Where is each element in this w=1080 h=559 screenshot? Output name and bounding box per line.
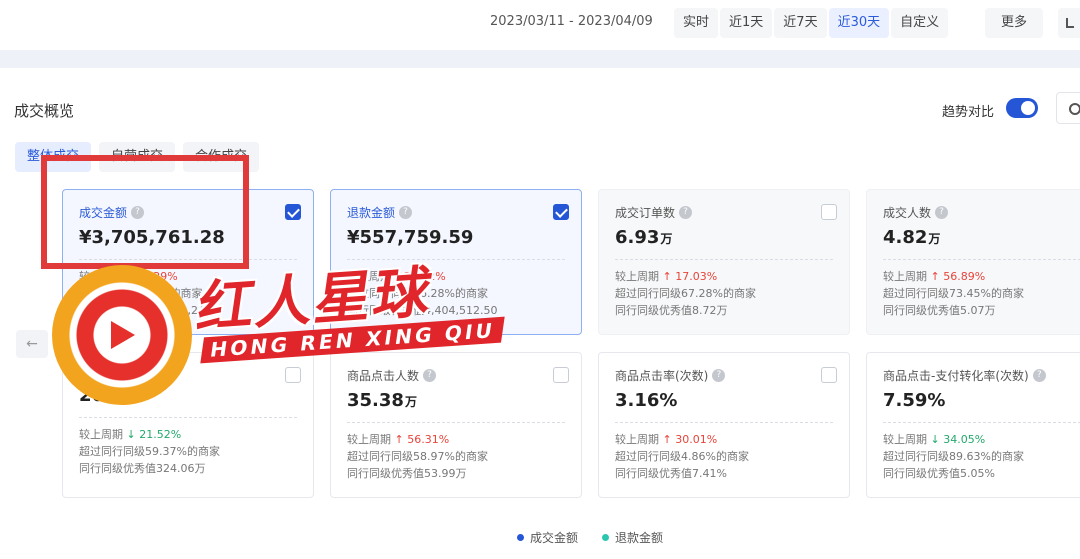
chart-legend: 成交金额 退款金额	[517, 529, 663, 546]
card-value: 7.59%	[883, 390, 946, 411]
card-title: 成交人数	[883, 206, 932, 220]
change-value: 17.03%	[675, 270, 718, 283]
section-title: 成交概览	[14, 102, 75, 120]
arrow-up-icon: ↑	[930, 270, 940, 283]
peer-rank-text: 超过同行同级73.45%的商家	[883, 287, 1024, 300]
peer-rank-text: 超过同行同级58.97%的商家	[347, 450, 488, 463]
date-range-text: 2023/03/11 - 2023/04/09	[490, 14, 653, 29]
divider	[615, 259, 833, 260]
change-label: 较上周期	[79, 428, 123, 441]
card-value: 6.93	[615, 227, 660, 248]
date-filter-bar: 2023/03/11 - 2023/04/09 实时 近1天 近7天 近30天 …	[0, 0, 1080, 50]
change-value: 21.52%	[139, 428, 182, 441]
metric-card-click-pay-conversion[interactable]: 商品点击-支付转化率(次数)? 7.59% 较上周期 ↓ 34.05% 超过同行…	[866, 352, 1080, 498]
settings-icon[interactable]	[1056, 92, 1080, 124]
peer-rank-text: 超过同行同级4.86%的商家	[615, 450, 749, 463]
card-checkbox[interactable]	[553, 367, 569, 383]
card-title: 商品点击率(次数)	[615, 369, 709, 383]
download-icon[interactable]	[1058, 8, 1080, 38]
card-checkbox[interactable]	[821, 367, 837, 383]
legend-label: 成交金额	[530, 531, 579, 545]
tab-30-days[interactable]: 近30天	[828, 8, 890, 38]
change-label: 较上周期	[615, 270, 659, 283]
arrow-up-icon: ↑	[394, 433, 404, 446]
divider	[883, 259, 1080, 260]
arrow-up-icon: ↑	[662, 270, 672, 283]
card-checkbox[interactable]	[285, 204, 301, 220]
change-value: 56.31%	[407, 433, 450, 446]
peer-excellent-text: 同行同级优秀值7.41%	[615, 467, 727, 480]
legend-item-deal-amount[interactable]: 成交金额	[517, 529, 578, 546]
peer-excellent-text: 同行同级优秀值324.06万	[79, 462, 206, 475]
change-value: 34.05%	[943, 433, 986, 446]
peer-rank-text: 超过同行同级59.37%的商家	[79, 445, 220, 458]
metric-card-buyer-count[interactable]: 成交人数? 4.82万 较上周期 ↑ 56.89% 超过同行同级73.45%的商…	[866, 189, 1080, 335]
card-title: 退款金额	[347, 206, 396, 220]
arrow-down-icon: ↓	[930, 433, 940, 446]
tab-realtime[interactable]: 实时	[674, 8, 719, 38]
card-title: 商品点击-支付转化率(次数)	[883, 369, 1029, 383]
legend-label: 退款金额	[615, 531, 664, 545]
legend-item-refund-amount[interactable]: 退款金额	[602, 529, 663, 546]
card-value: 3.16%	[615, 390, 678, 411]
change-value: 30.01%	[675, 433, 718, 446]
peer-excellent-text: 同行同级优秀值5.07万	[883, 304, 996, 317]
tab-1-day[interactable]: 近1天	[720, 8, 773, 38]
metric-card-click-rate[interactable]: 商品点击率(次数)? 3.16% 较上周期 ↑ 30.01% 超过同行同级4.8…	[598, 352, 850, 498]
change-label: 较上周期	[347, 433, 391, 446]
divider	[615, 422, 833, 423]
watermark: 红人星球 HONG REN XING QIU	[52, 235, 505, 410]
peer-excellent-text: 同行同级优秀值5.05%	[883, 467, 995, 480]
change-value: 56.89%	[943, 270, 986, 283]
section-separator	[0, 50, 1080, 68]
legend-dot-icon	[602, 534, 610, 541]
more-button[interactable]: 更多	[985, 8, 1043, 38]
peer-excellent-text: 同行同级优秀值53.99万	[347, 467, 467, 480]
card-checkbox[interactable]	[821, 204, 837, 220]
card-value: 4.82	[883, 227, 928, 248]
date-tabs: 实时 近1天 近7天 近30天 自定义	[674, 8, 949, 38]
tab-7-days[interactable]: 近7天	[774, 8, 827, 38]
card-unit: 万	[928, 232, 941, 246]
arrow-down-icon: ↓	[126, 428, 136, 441]
change-label: 较上周期	[883, 270, 927, 283]
divider	[347, 422, 565, 423]
previous-arrow-icon[interactable]: ←	[16, 330, 48, 358]
peer-rank-text: 超过同行同级89.63%的商家	[883, 450, 1024, 463]
help-icon[interactable]: ?	[712, 369, 726, 382]
card-checkbox[interactable]	[553, 204, 569, 220]
help-icon[interactable]: ?	[1032, 369, 1046, 382]
help-icon[interactable]: ?	[935, 206, 949, 219]
card-title: 成交订单数	[615, 206, 676, 220]
change-label: 较上周期	[883, 433, 927, 446]
arrow-up-icon: ↑	[662, 433, 672, 446]
change-label: 较上周期	[615, 433, 659, 446]
metric-card-order-count[interactable]: 成交订单数? 6.93万 较上周期 ↑ 17.03% 超过同行同级67.28%的…	[598, 189, 850, 335]
divider	[883, 422, 1080, 423]
legend-dot-icon	[517, 534, 524, 541]
trend-compare-label: 趋势对比	[942, 105, 995, 120]
trend-compare-toggle[interactable]	[1006, 98, 1038, 118]
peer-excellent-text: 同行同级优秀值8.72万	[615, 304, 728, 317]
play-icon	[111, 321, 135, 349]
divider	[79, 417, 297, 418]
card-unit: 万	[660, 232, 673, 246]
peer-rank-text: 超过同行同级67.28%的商家	[615, 287, 756, 300]
tab-custom[interactable]: 自定义	[891, 8, 949, 38]
help-icon[interactable]: ?	[399, 206, 413, 219]
help-icon[interactable]: ?	[679, 206, 693, 219]
